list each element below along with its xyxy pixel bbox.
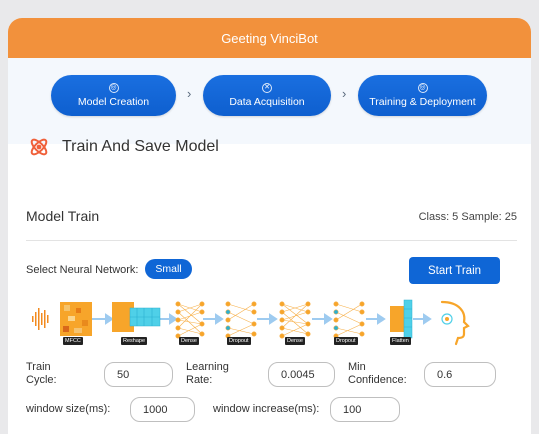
step-data-acquisition[interactable]: ✕ Data Acquisition	[203, 75, 331, 116]
section-header: Train And Save Model	[28, 136, 219, 158]
network-pipeline: MFCC Reshape Dense Dropout Dense Dropout…	[26, 294, 506, 348]
window-increase-label: window increase(ms):	[213, 403, 320, 415]
waveform-icon	[32, 308, 49, 330]
dense-layer-1	[175, 301, 205, 339]
layer-label: Dense	[285, 337, 305, 345]
learning-rate-label: Learning Rate:	[186, 361, 229, 386]
step-icon: ◎	[417, 83, 428, 93]
chevron-right-icon: ›	[187, 86, 192, 101]
app-header: Geeting VinciBot	[8, 18, 531, 58]
window-increase-input[interactable]: 100	[330, 397, 400, 422]
section-title: Train And Save Model	[62, 138, 219, 155]
layer-label: Dropout	[227, 337, 251, 345]
chevron-right-icon: ›	[342, 86, 347, 101]
layer-label: Dense	[179, 337, 199, 345]
learning-rate-input[interactable]: 0.0045	[268, 362, 335, 387]
model-train-title: Model Train	[26, 208, 100, 224]
network-select-button[interactable]: Small	[145, 259, 192, 279]
reshape-block	[112, 302, 161, 332]
dense-layer-2	[279, 301, 311, 339]
layer-label: MFCC	[63, 337, 83, 345]
stepper: ◎ Model Creation › ✕ Data Acquisition › …	[8, 58, 531, 144]
train-cycle-input[interactable]: 50	[104, 362, 173, 387]
mfcc-heatmap	[60, 302, 92, 336]
step-model-creation[interactable]: ◎ Model Creation	[51, 75, 176, 116]
dropout-layer-2	[333, 301, 365, 339]
atom-icon	[30, 138, 48, 156]
divider	[26, 240, 517, 241]
app-title: Geeting VinciBot	[221, 30, 318, 46]
step-training-deployment[interactable]: ◎ Training & Deployment	[358, 75, 487, 116]
min-confidence-input[interactable]: 0.6	[424, 362, 496, 387]
pipeline-graphic	[32, 299, 470, 346]
layer-label: Flatten	[390, 337, 411, 345]
window-size-input[interactable]: 1000	[130, 397, 195, 422]
step-icon: ◎	[108, 83, 119, 93]
layer-label: Reshape	[121, 337, 148, 345]
dropout-layer-1	[225, 301, 257, 339]
step-label: Training & Deployment	[369, 96, 476, 108]
select-network-label: Select Neural Network:	[26, 264, 139, 276]
step-icon: ✕	[262, 83, 272, 93]
start-train-button[interactable]: Start Train	[409, 257, 500, 284]
layer-label: Dropout	[334, 337, 358, 345]
step-label: Model Creation	[77, 96, 150, 108]
step-label: Data Acquisition	[229, 96, 305, 108]
class-sample-info: Class: 5 Sample: 25	[418, 211, 517, 223]
window-size-label: window size(ms):	[26, 403, 111, 415]
flatten-block	[390, 299, 413, 339]
train-cycle-label: Train Cycle:	[26, 361, 57, 386]
head-output-icon	[440, 300, 470, 346]
min-confidence-label: Min Confidence:	[348, 361, 407, 386]
